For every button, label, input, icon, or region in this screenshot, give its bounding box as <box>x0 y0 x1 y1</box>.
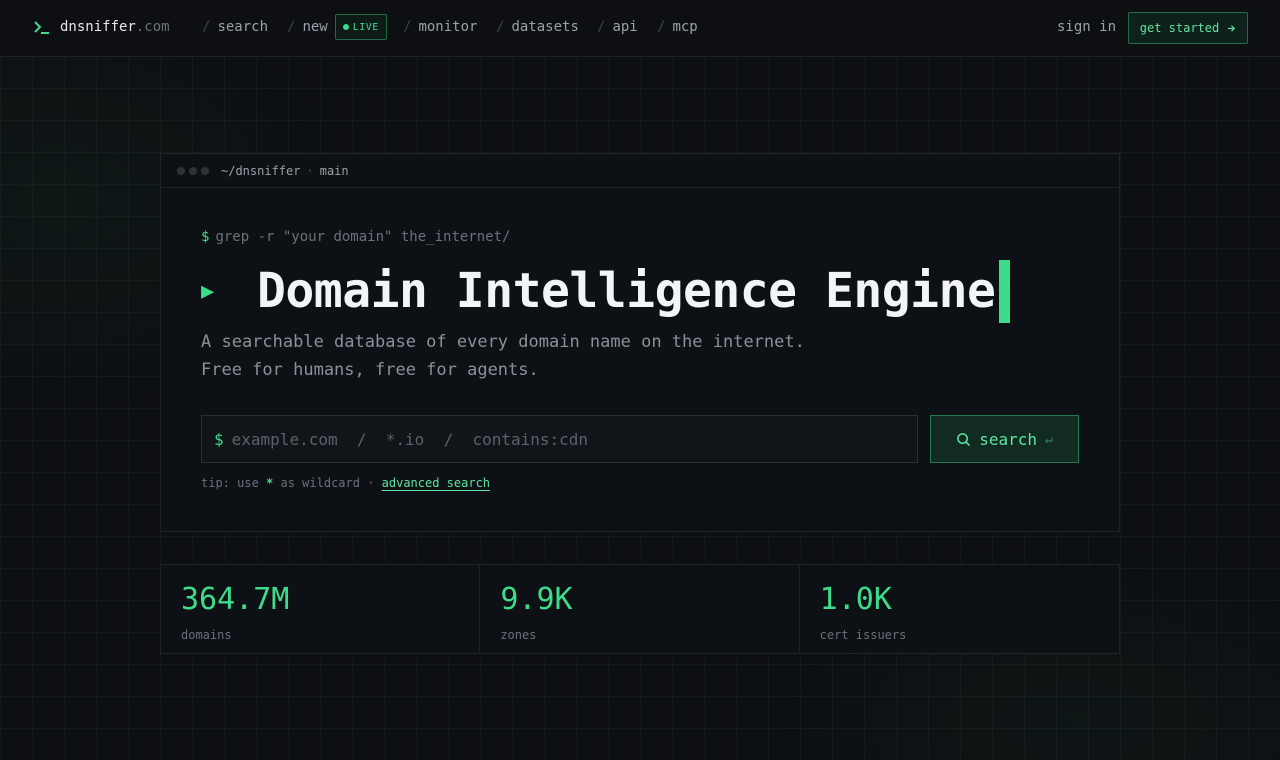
command-text: grep -r "your domain" the_internet/ <box>215 229 511 245</box>
nav-label: search <box>217 19 269 35</box>
brand-logo[interactable]: dnsniffer .com <box>33 18 170 36</box>
stats-bar: 364.7M domains 9.9K zones 1.0K cert issu… <box>160 564 1120 654</box>
nav-slash: / <box>287 19 296 35</box>
stat-cert-issuers: 1.0K cert issuers <box>800 565 1119 653</box>
path-text: ~/dnsniffer <box>221 163 301 178</box>
search-box: $ <box>201 415 918 463</box>
nav-api[interactable]: / api <box>597 19 638 35</box>
brand-name: dnsniffer <box>60 19 136 35</box>
tip-text: as wildcard · <box>280 476 375 490</box>
stat-value: 364.7M <box>181 582 290 617</box>
top-nav: dnsniffer .com / search / new LIVE / monitor… <box>0 0 1280 57</box>
nav-monitor[interactable]: / monitor <box>403 19 477 35</box>
nav-label: mcp <box>672 19 698 35</box>
live-badge-label: LIVE <box>352 21 379 33</box>
advanced-search-link[interactable]: advanced search <box>382 476 490 490</box>
brand-tld: .com <box>135 19 170 35</box>
stat-value: 9.9K <box>500 582 573 617</box>
sign-in-link[interactable]: sign in <box>1057 19 1116 35</box>
nav-label: new <box>302 19 328 35</box>
search-button-label: search <box>979 429 1037 449</box>
nav-label: api <box>612 19 638 35</box>
nav-new[interactable]: / new LIVE <box>287 14 387 40</box>
get-started-label: get started <box>1139 21 1220 35</box>
stat-zones: 9.9K zones <box>480 565 800 653</box>
nav-slash: / <box>657 19 666 35</box>
stat-label: cert issuers <box>819 628 907 642</box>
nav-datasets[interactable]: / datasets <box>496 19 579 35</box>
nav-search[interactable]: / search <box>202 19 268 35</box>
tip-text: tip: use <box>201 476 259 490</box>
stat-domains: 364.7M domains <box>161 565 481 653</box>
window-dot-icon <box>189 166 197 175</box>
arrow-right-icon <box>1228 24 1236 32</box>
nav-label: datasets <box>511 19 579 35</box>
stat-label: zones <box>500 628 537 642</box>
window-dot-icon <box>201 166 209 175</box>
search-tip: tip: use * as wildcard · advanced search <box>201 476 490 490</box>
prompt-symbol: $ <box>201 229 210 245</box>
nav-label: monitor <box>418 19 478 35</box>
headline: ▶ Domain Intelligence Engine <box>201 258 1011 324</box>
play-icon: ▶ <box>201 278 215 304</box>
stat-value: 1.0K <box>819 582 892 617</box>
terminal-titlebar: ~/dnsniffer · main <box>161 154 1119 188</box>
terminal-path: ~/dnsniffer · main <box>221 163 349 178</box>
search-icon <box>957 432 971 446</box>
nav-slash: / <box>202 19 211 35</box>
subtitle: A searchable database of every domain na… <box>201 328 805 384</box>
nav-slash: / <box>597 19 606 35</box>
nav-mcp[interactable]: / mcp <box>657 19 698 35</box>
window-dot-icon <box>177 166 185 175</box>
subtitle-line: A searchable database of every domain na… <box>201 332 805 352</box>
get-started-button[interactable]: get started <box>1128 12 1248 44</box>
stat-label: domains <box>181 628 232 642</box>
command-line: $ grep -r "your domain" the_internet/ <box>201 229 510 245</box>
nav-slash: / <box>403 19 412 35</box>
wildcard-symbol: * <box>266 476 274 490</box>
live-dot-icon <box>342 24 349 30</box>
terminal-panel: ~/dnsniffer · main $ grep -r "your domain" … <box>160 153 1120 532</box>
cursor-block <box>999 259 1011 323</box>
branch-text: main <box>319 163 349 178</box>
search-button[interactable]: search ↵ <box>930 415 1079 463</box>
prompt-symbol: $ <box>214 429 224 449</box>
terminal-logo-icon <box>34 21 49 34</box>
live-badge: LIVE <box>334 14 387 40</box>
search-input[interactable] <box>231 429 872 449</box>
nav-slash: / <box>496 19 505 35</box>
subtitle-line: Free for humans, free for agents. <box>201 360 539 380</box>
enter-key-icon: ↵ <box>1044 431 1053 447</box>
page-title: Domain Intelligence Engine <box>257 263 996 319</box>
